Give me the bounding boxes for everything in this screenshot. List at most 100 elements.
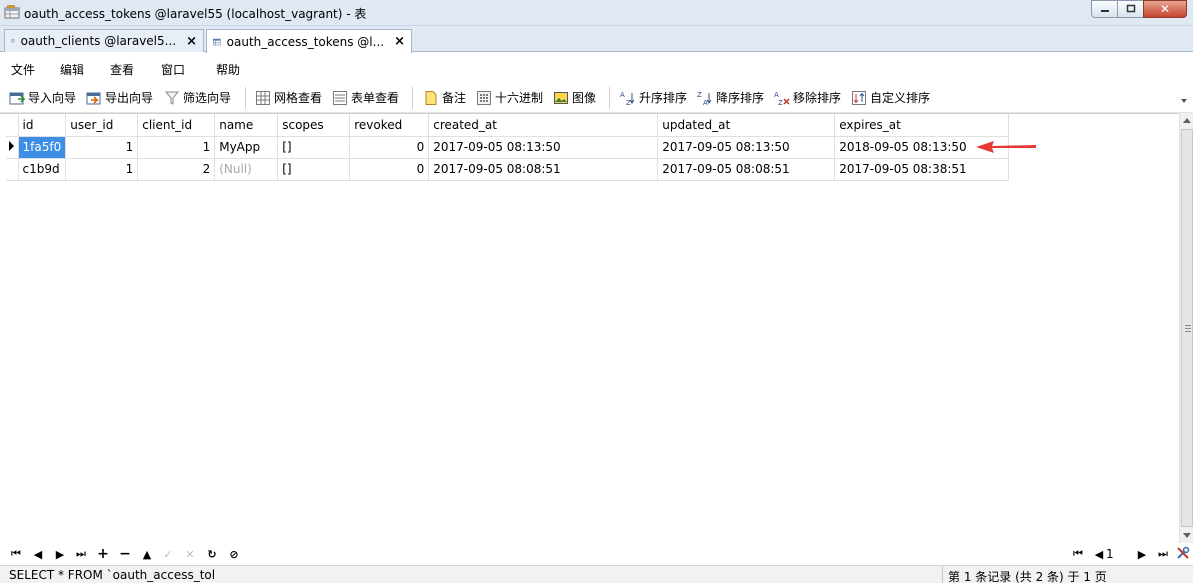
scroll-up-icon[interactable] — [1183, 118, 1191, 123]
table-cell[interactable]: [] — [277, 136, 351, 159]
tab-close-icon[interactable]: × — [394, 34, 405, 49]
table-cell[interactable]: [] — [277, 158, 351, 181]
column-header-revoked[interactable]: revoked — [349, 114, 430, 137]
add-record-button[interactable]: + — [96, 546, 110, 562]
table-cell[interactable]: MyApp — [214, 136, 279, 159]
menu-edit[interactable]: 编辑 — [60, 61, 84, 78]
menu-view[interactable]: 查看 — [110, 61, 134, 78]
row-pointer-icon — [9, 141, 14, 151]
sort-desc-label: 降序排序 — [716, 91, 765, 105]
table-cell[interactable]: 1 — [65, 158, 139, 181]
grid-view-label: 网格查看 — [274, 91, 323, 105]
memo-icon — [425, 90, 437, 105]
close-window-button[interactable]: ✕ — [1143, 0, 1187, 18]
apply-changes-button[interactable]: ✓ — [161, 547, 175, 561]
prev-page-button[interactable]: ◀ — [1092, 547, 1106, 561]
table-cell[interactable]: (Null) — [214, 158, 279, 181]
scroll-down-icon[interactable] — [1183, 533, 1191, 538]
tab-oauth-access-tokens[interactable]: oauth_access_tokens @l... × — [206, 29, 412, 53]
sort-desc-button[interactable]: Z A 降序排序 — [697, 89, 764, 106]
menu-window[interactable]: 窗口 — [161, 61, 185, 78]
hex-icon — [477, 90, 491, 105]
filter-wizard-label: 筛选向导 — [183, 91, 232, 105]
status-bar: SELECT * FROM `oauth_access_tol 第 1 条记录 … — [0, 565, 1193, 583]
table-cell[interactable]: 2017-09-05 08:38:51 — [834, 158, 1010, 181]
toolbar-separator — [245, 87, 246, 109]
vertical-scrollbar[interactable] — [1179, 113, 1193, 543]
column-header-updated-at[interactable]: updated_at — [657, 114, 836, 137]
form-view-label: 表单查看 — [351, 91, 400, 105]
next-record-button[interactable]: ▶ — [53, 547, 67, 561]
toolbar-separator — [412, 87, 413, 109]
sort-asc-label: 升序排序 — [639, 91, 688, 105]
remove-sort-icon: A Z — [774, 91, 790, 106]
custom-sort-button[interactable]: 自定义排序 — [851, 89, 930, 106]
table-icon — [11, 39, 15, 43]
stop-button[interactable]: ⊘ — [227, 547, 241, 561]
svg-text:Z: Z — [697, 91, 702, 99]
table-cell[interactable]: 2017-09-05 08:08:51 — [428, 158, 659, 181]
move-up-button[interactable]: ▲ — [140, 547, 154, 561]
grid-view-button[interactable]: 网格查看 — [255, 89, 322, 106]
close-icon: ✕ — [1159, 2, 1171, 16]
sort-asc-button[interactable]: A Z 升序排序 — [620, 89, 687, 106]
column-header-scopes[interactable]: scopes — [277, 114, 351, 137]
row-indicator — [6, 158, 19, 181]
discard-changes-button[interactable]: ✕ — [183, 547, 197, 561]
settings-tools-icon[interactable] — [1176, 546, 1190, 560]
next-page-button[interactable]: ▶ — [1135, 547, 1149, 561]
maximize-button[interactable] — [1117, 0, 1144, 18]
window-controls: ✕ — [1091, 0, 1187, 18]
table-cell[interactable]: 2 — [137, 158, 216, 181]
table-cell[interactable]: 1 — [65, 136, 139, 159]
table-cell[interactable]: c1b9d — [18, 158, 67, 181]
last-page-button[interactable]: ⏭ — [1156, 547, 1170, 561]
import-wizard-button[interactable]: 导入向导 — [9, 89, 76, 106]
status-separator — [942, 566, 943, 583]
table-row[interactable]: 1fa5f0 1 1 MyApp [] 0 2017-09-05 08:13:5… — [6, 136, 1010, 159]
first-page-button[interactable]: ⏮ — [1071, 547, 1085, 561]
toolbar-overflow-icon[interactable] — [1181, 98, 1187, 104]
table-cell[interactable]: 0 — [349, 136, 430, 159]
refresh-button[interactable]: ↻ — [205, 547, 219, 561]
first-record-button[interactable]: ⏮ — [9, 547, 23, 561]
prev-record-button[interactable]: ◀ — [31, 547, 45, 561]
current-row-indicator — [6, 136, 19, 159]
delete-record-button[interactable]: − — [118, 546, 132, 562]
table-cell[interactable]: 2017-09-05 08:13:50 — [428, 136, 659, 159]
sort-desc-icon: Z A — [697, 91, 712, 106]
table-cell[interactable]: 0 — [349, 158, 430, 181]
minimize-button[interactable] — [1091, 0, 1118, 18]
column-header-expires-at[interactable]: expires_at — [834, 114, 1010, 137]
remove-sort-button[interactable]: A Z 移除排序 — [774, 89, 841, 106]
last-record-button[interactable]: ⏭ — [74, 547, 88, 561]
data-grid: id user_id client_id name scopes revoked… — [0, 113, 1179, 543]
filter-wizard-button[interactable]: 筛选向导 — [164, 89, 231, 106]
table-row[interactable]: c1b9d 1 2 (Null) [] 0 2017-09-05 08:08:5… — [6, 158, 1010, 181]
menu-help[interactable]: 帮助 — [216, 61, 240, 78]
hex-button[interactable]: 十六进制 — [476, 89, 543, 106]
column-header-user-id[interactable]: user_id — [65, 114, 139, 137]
scroll-thumb[interactable] — [1181, 129, 1193, 527]
tab-close-icon[interactable]: × — [186, 34, 197, 49]
maximize-icon — [1126, 4, 1135, 13]
table-cell[interactable]: 1fa5f0 — [18, 136, 67, 159]
minimize-icon — [1100, 10, 1109, 12]
tab-oauth-clients[interactable]: oauth_clients @laravel5... × — [4, 29, 204, 52]
page-number-input[interactable] — [1106, 546, 1132, 562]
image-button[interactable]: 图像 — [553, 89, 596, 106]
column-header-client-id[interactable]: client_id — [137, 114, 216, 137]
menu-file[interactable]: 文件 — [11, 61, 35, 78]
form-view-button[interactable]: 表单查看 — [332, 89, 399, 106]
table-cell[interactable]: 2017-09-05 08:13:50 — [657, 136, 836, 159]
custom-sort-icon — [852, 90, 866, 105]
column-header-name[interactable]: name — [214, 114, 279, 137]
column-header-created-at[interactable]: created_at — [428, 114, 659, 137]
records-table: id user_id client_id name scopes revoked… — [6, 114, 1010, 181]
column-header-id[interactable]: id — [18, 114, 67, 137]
export-wizard-button[interactable]: 导出向导 — [86, 89, 153, 106]
table-cell[interactable]: 2017-09-05 08:08:51 — [657, 158, 836, 181]
memo-button[interactable]: 备注 — [423, 89, 466, 106]
table-cell[interactable]: 1 — [137, 136, 216, 159]
sort-asc-icon: A Z — [620, 91, 635, 106]
